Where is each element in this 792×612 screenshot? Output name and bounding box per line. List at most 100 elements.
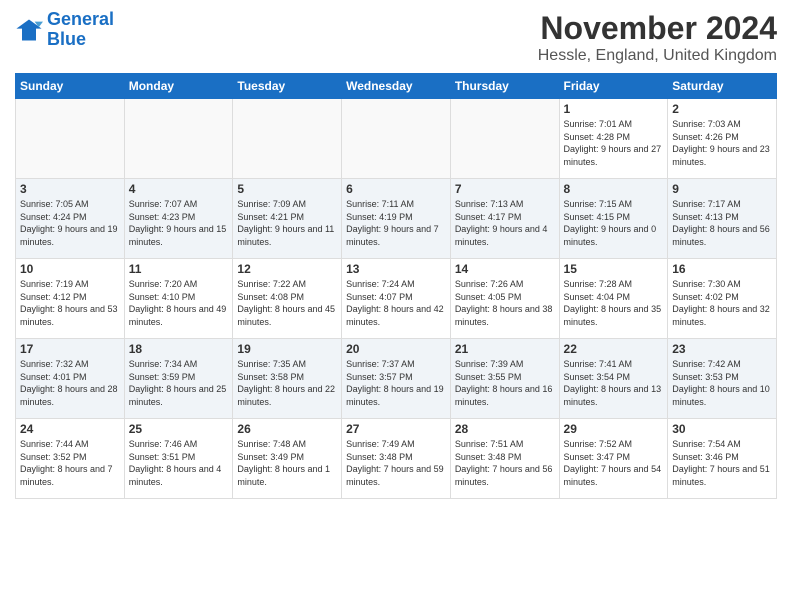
calendar-cell: 15 Sunrise: 7:28 AM Sunset: 4:04 PM Dayli… — [559, 259, 668, 339]
day-number: 12 — [237, 262, 337, 276]
day-info: Sunrise: 7:48 AM Sunset: 3:49 PM Dayligh… — [237, 438, 337, 488]
calendar-cell — [16, 99, 125, 179]
calendar-cell: 29Sunrise: 7:52 AM Sunset: 3:47 PM Dayli… — [559, 419, 668, 499]
calendar-cell: 28 Sunrise: 7:51 AM Sunset: 3:48 PM Dayli… — [450, 419, 559, 499]
day-number: 6 — [346, 182, 446, 196]
calendar-header: SundayMondayTuesdayWednesdayThursdayFrid… — [16, 74, 777, 99]
week-row-5: 24Sunrise: 7:44 AM Sunset: 3:52 PM Dayli… — [16, 419, 777, 499]
day-number: 19 — [237, 342, 337, 356]
calendar-cell: 30 Sunrise: 7:54 AM Sunset: 3:46 PM Dayli… — [668, 419, 777, 499]
page-container: General Blue November 2024 Hessle, Engla… — [0, 0, 792, 509]
day-info: Sunrise: 7:51 AM Sunset: 3:48 PM Dayligh… — [455, 438, 555, 488]
calendar-cell: 27 Sunrise: 7:49 AM Sunset: 3:48 PM Dayli… — [342, 419, 451, 499]
week-row-2: 3Sunrise: 7:05 AM Sunset: 4:24 PM Daylig… — [16, 179, 777, 259]
calendar-cell: 14 Sunrise: 7:26 AM Sunset: 4:05 PM Dayli… — [450, 259, 559, 339]
day-number: 28 — [455, 422, 555, 436]
day-info: Sunrise: 7:19 AM Sunset: 4:12 PM Dayligh… — [20, 278, 120, 328]
day-info: Sunrise: 7:11 AM Sunset: 4:19 PM Dayligh… — [346, 198, 446, 248]
calendar-cell: 22 Sunrise: 7:41 AM Sunset: 3:54 PM Dayli… — [559, 339, 668, 419]
calendar-cell: 21Sunrise: 7:39 AM Sunset: 3:55 PM Dayli… — [450, 339, 559, 419]
day-number: 11 — [129, 262, 229, 276]
calendar-cell: 13 Sunrise: 7:24 AM Sunset: 4:07 PM Dayli… — [342, 259, 451, 339]
calendar-cell: 5 Sunrise: 7:09 AM Sunset: 4:21 PM Daylig… — [233, 179, 342, 259]
day-info: Sunrise: 7:37 AM Sunset: 3:57 PM Dayligh… — [346, 358, 446, 408]
day-info: Sunrise: 7:39 AM Sunset: 3:55 PM Dayligh… — [455, 358, 555, 408]
day-number: 5 — [237, 182, 337, 196]
day-number: 27 — [346, 422, 446, 436]
day-info: Sunrise: 7:30 AM Sunset: 4:02 PM Dayligh… — [672, 278, 772, 328]
day-info: Sunrise: 7:49 AM Sunset: 3:48 PM Dayligh… — [346, 438, 446, 488]
header-cell-monday: Monday — [124, 74, 233, 99]
day-number: 7 — [455, 182, 555, 196]
day-number: 17 — [20, 342, 120, 356]
calendar-cell: 19Sunrise: 7:35 AM Sunset: 3:58 PM Dayli… — [233, 339, 342, 419]
logo-text: General Blue — [47, 10, 114, 50]
day-info: Sunrise: 7:26 AM Sunset: 4:05 PM Dayligh… — [455, 278, 555, 328]
day-number: 9 — [672, 182, 772, 196]
header-row: SundayMondayTuesdayWednesdayThursdayFrid… — [16, 74, 777, 99]
week-row-4: 17 Sunrise: 7:32 AM Sunset: 4:01 PM Dayli… — [16, 339, 777, 419]
calendar-cell: 25Sunrise: 7:46 AM Sunset: 3:51 PM Dayli… — [124, 419, 233, 499]
calendar-cell: 18Sunrise: 7:34 AM Sunset: 3:59 PM Dayli… — [124, 339, 233, 419]
day-number: 1 — [564, 102, 664, 116]
calendar-cell: 2 Sunrise: 7:03 AM Sunset: 4:26 PM Daylig… — [668, 99, 777, 179]
day-info: Sunrise: 7:03 AM Sunset: 4:26 PM Dayligh… — [672, 118, 772, 168]
day-info: Sunrise: 7:54 AM Sunset: 3:46 PM Dayligh… — [672, 438, 772, 488]
header-cell-tuesday: Tuesday — [233, 74, 342, 99]
day-info: Sunrise: 7:46 AM Sunset: 3:51 PM Dayligh… — [129, 438, 229, 488]
header-cell-wednesday: Wednesday — [342, 74, 451, 99]
day-info: Sunrise: 7:24 AM Sunset: 4:07 PM Dayligh… — [346, 278, 446, 328]
calendar-cell: 20 Sunrise: 7:37 AM Sunset: 3:57 PM Dayli… — [342, 339, 451, 419]
day-info: Sunrise: 7:41 AM Sunset: 3:54 PM Dayligh… — [564, 358, 664, 408]
day-number: 22 — [564, 342, 664, 356]
day-number: 13 — [346, 262, 446, 276]
header: General Blue November 2024 Hessle, Engla… — [15, 10, 777, 65]
day-info: Sunrise: 7:13 AM Sunset: 4:17 PM Dayligh… — [455, 198, 555, 248]
header-cell-saturday: Saturday — [668, 74, 777, 99]
header-cell-thursday: Thursday — [450, 74, 559, 99]
day-info: Sunrise: 7:28 AM Sunset: 4:04 PM Dayligh… — [564, 278, 664, 328]
day-info: Sunrise: 7:32 AM Sunset: 4:01 PM Dayligh… — [20, 358, 120, 408]
day-number: 16 — [672, 262, 772, 276]
calendar-cell — [124, 99, 233, 179]
calendar-cell: 24Sunrise: 7:44 AM Sunset: 3:52 PM Dayli… — [16, 419, 125, 499]
calendar-cell — [450, 99, 559, 179]
calendar-cell: 11 Sunrise: 7:20 AM Sunset: 4:10 PM Dayli… — [124, 259, 233, 339]
header-cell-friday: Friday — [559, 74, 668, 99]
day-info: Sunrise: 7:44 AM Sunset: 3:52 PM Dayligh… — [20, 438, 120, 488]
day-info: Sunrise: 7:22 AM Sunset: 4:08 PM Dayligh… — [237, 278, 337, 328]
day-info: Sunrise: 7:09 AM Sunset: 4:21 PM Dayligh… — [237, 198, 337, 248]
day-info: Sunrise: 7:42 AM Sunset: 3:53 PM Dayligh… — [672, 358, 772, 408]
logo: General Blue — [15, 10, 114, 50]
day-number: 2 — [672, 102, 772, 116]
calendar-cell: 8Sunrise: 7:15 AM Sunset: 4:15 PM Daylig… — [559, 179, 668, 259]
week-row-1: 1 Sunrise: 7:01 AM Sunset: 4:28 PM Daylig… — [16, 99, 777, 179]
day-info: Sunrise: 7:52 AM Sunset: 3:47 PM Dayligh… — [564, 438, 664, 488]
calendar-table: SundayMondayTuesdayWednesdayThursdayFrid… — [15, 73, 777, 499]
calendar-cell: 17 Sunrise: 7:32 AM Sunset: 4:01 PM Dayli… — [16, 339, 125, 419]
calendar-cell: 7 Sunrise: 7:13 AM Sunset: 4:17 PM Daylig… — [450, 179, 559, 259]
calendar-cell — [233, 99, 342, 179]
day-number: 4 — [129, 182, 229, 196]
calendar-cell: 3Sunrise: 7:05 AM Sunset: 4:24 PM Daylig… — [16, 179, 125, 259]
subtitle: Hessle, England, United Kingdom — [538, 47, 777, 65]
calendar-body: 1 Sunrise: 7:01 AM Sunset: 4:28 PM Daylig… — [16, 99, 777, 499]
day-info: Sunrise: 7:20 AM Sunset: 4:10 PM Dayligh… — [129, 278, 229, 328]
day-number: 14 — [455, 262, 555, 276]
calendar-cell: 9Sunrise: 7:17 AM Sunset: 4:13 PM Daylig… — [668, 179, 777, 259]
logo-blue: Blue — [47, 29, 86, 49]
day-number: 3 — [20, 182, 120, 196]
main-title: November 2024 — [538, 10, 777, 47]
calendar-cell: 6 Sunrise: 7:11 AM Sunset: 4:19 PM Daylig… — [342, 179, 451, 259]
day-number: 15 — [564, 262, 664, 276]
day-info: Sunrise: 7:01 AM Sunset: 4:28 PM Dayligh… — [564, 118, 664, 168]
day-number: 26 — [237, 422, 337, 436]
logo-icon — [15, 16, 43, 44]
day-number: 10 — [20, 262, 120, 276]
calendar-cell — [342, 99, 451, 179]
day-number: 20 — [346, 342, 446, 356]
day-number: 30 — [672, 422, 772, 436]
day-number: 18 — [129, 342, 229, 356]
day-number: 8 — [564, 182, 664, 196]
calendar-cell: 12 Sunrise: 7:22 AM Sunset: 4:08 PM Dayli… — [233, 259, 342, 339]
